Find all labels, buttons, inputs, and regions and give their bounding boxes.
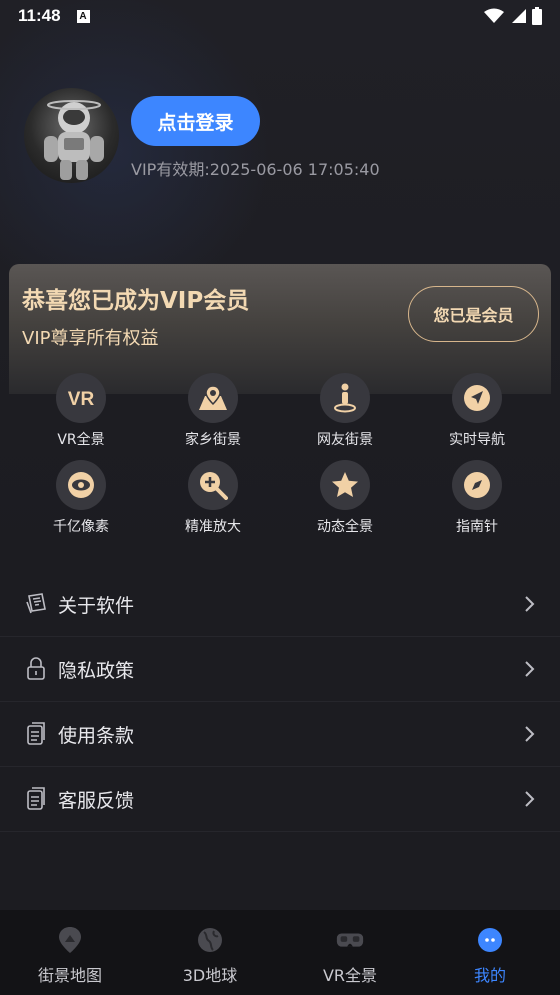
vip-title: 恭喜您已成为VIP会员 — [22, 288, 250, 314]
street-map-icon — [55, 925, 85, 955]
settings-menu: 关于软件 隐私政策 使用条款 客服反馈 — [0, 572, 560, 832]
compass-icon — [452, 460, 502, 510]
feature-label: 家乡街景 — [185, 432, 241, 448]
feature-label: 实时导航 — [449, 432, 505, 448]
nav-tab-vr-panorama[interactable]: VR全景 — [280, 910, 420, 995]
menu-label: 使用条款 — [58, 724, 135, 747]
feature-user-street-view[interactable]: 网友街景 — [279, 373, 411, 453]
feature-realtime-navigation[interactable]: 实时导航 — [411, 373, 543, 453]
person-pin-icon — [320, 373, 370, 423]
status-icons — [484, 7, 542, 25]
member-status-button[interactable]: 您已是会员 — [408, 286, 539, 342]
feature-label: 精准放大 — [185, 519, 241, 535]
status-time: 11:48 — [18, 6, 61, 25]
avatar[interactable] — [24, 88, 119, 183]
feature-gigapixel[interactable]: 千亿像素 — [15, 460, 147, 540]
globe-icon — [195, 925, 225, 955]
nav-tab-3d-globe[interactable]: 3D地球 — [140, 910, 280, 995]
chevron-right-icon — [522, 724, 538, 744]
feature-label: VR全景 — [57, 432, 105, 448]
feature-compass[interactable]: 指南针 — [411, 460, 543, 540]
feature-label: 动态全景 — [317, 519, 373, 535]
menu-label: 关于软件 — [58, 594, 135, 617]
login-button[interactable]: 点击登录 — [131, 96, 260, 146]
zoom-in-icon — [188, 460, 238, 510]
feature-label: 指南针 — [456, 519, 498, 535]
astronaut-avatar-image — [44, 100, 104, 180]
notification-icon: A — [76, 9, 90, 23]
document-icon — [24, 722, 48, 746]
nav-tab-street-map[interactable]: 街景地图 — [0, 910, 140, 995]
feature-label: 网友街景 — [317, 432, 373, 448]
document-icon — [24, 787, 48, 811]
nav-label: 街景地图 — [37, 966, 102, 985]
feature-hometown-street-view[interactable]: 家乡街景 — [147, 373, 279, 453]
vr-headset-icon — [335, 925, 365, 955]
status-bar: 11:48 A — [0, 0, 560, 32]
wifi-icon — [484, 8, 504, 23]
nav-label: 3D地球 — [182, 966, 238, 985]
nav-label: VR全景 — [322, 966, 378, 985]
feature-dynamic-panorama[interactable]: 动态全景 — [279, 460, 411, 540]
profile-chat-icon — [475, 925, 505, 955]
nav-label: 我的 — [473, 966, 506, 985]
feature-grid: VR VR全景 家乡街景 网友街景 实时导航 千亿像素 精准放大 动态全景 指南… — [15, 370, 545, 540]
lock-icon — [24, 657, 48, 681]
navigation-icon — [452, 373, 502, 423]
bottom-navigation: 街景地图 3D地球 VR全景 我的 — [0, 910, 560, 995]
menu-item-terms-of-use[interactable]: 使用条款 — [0, 702, 560, 767]
chevron-right-icon — [522, 789, 538, 809]
feature-vr[interactable]: VR VR全景 — [15, 373, 147, 453]
chevron-right-icon — [522, 594, 538, 614]
vip-subtitle: VIP尊享所有权益 — [22, 328, 159, 349]
menu-label: 客服反馈 — [58, 789, 135, 812]
chevron-right-icon — [522, 659, 538, 679]
nav-tab-mine[interactable]: 我的 — [420, 910, 560, 995]
vr-icon: VR — [56, 373, 106, 423]
menu-label: 隐私政策 — [58, 659, 135, 682]
map-pin-icon — [188, 373, 238, 423]
signal-icon — [512, 9, 526, 23]
feature-label: 千亿像素 — [53, 519, 109, 535]
vip-expiry-text: VIP有效期:2025-06-06 17:05:40 — [131, 160, 380, 179]
feature-precise-zoom[interactable]: 精准放大 — [147, 460, 279, 540]
svg-text:VR: VR — [68, 389, 95, 409]
menu-item-privacy-policy[interactable]: 隐私政策 — [0, 637, 560, 702]
menu-item-about[interactable]: 关于软件 — [0, 572, 560, 637]
info-document-icon — [24, 592, 48, 616]
star-icon — [320, 460, 370, 510]
eye-icon — [56, 460, 106, 510]
battery-icon — [532, 7, 542, 25]
menu-item-customer-feedback[interactable]: 客服反馈 — [0, 767, 560, 832]
